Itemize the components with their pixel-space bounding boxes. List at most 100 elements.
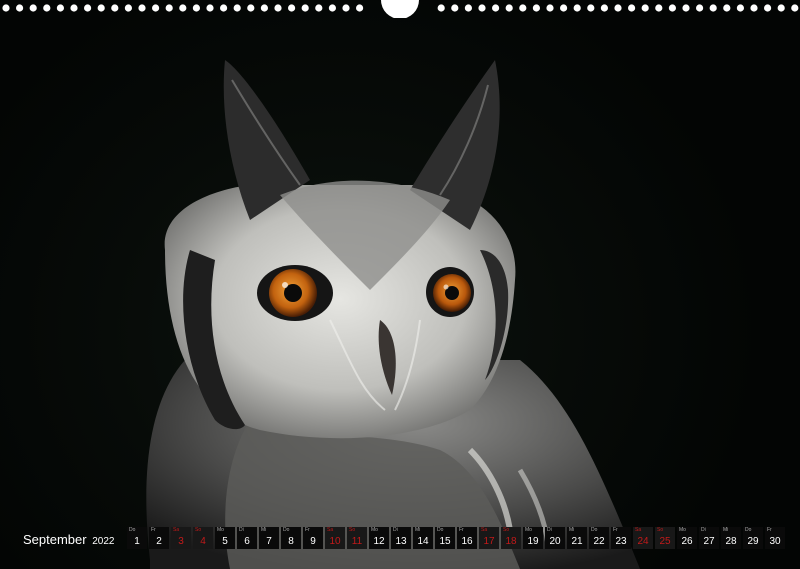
binding-hole <box>723 4 731 12</box>
day-cell: Sa 24 <box>633 527 653 549</box>
day-number: 7 <box>266 536 272 547</box>
day-number: 20 <box>549 536 561 547</box>
day-weekday: Do <box>437 527 444 533</box>
binding-hole <box>247 4 255 12</box>
binding-hole <box>220 4 228 12</box>
day-cell: Di 13 <box>391 527 411 549</box>
binding-hole <box>696 4 704 12</box>
binding-hole <box>709 4 717 12</box>
day-cell: So 4 <box>193 527 213 549</box>
binding-hole <box>505 4 513 12</box>
day-cell: Sa 10 <box>325 527 345 549</box>
day-cell: Di 27 <box>699 527 719 549</box>
binding-hole <box>192 4 200 12</box>
binding-hole <box>43 4 51 12</box>
day-weekday: Mo <box>525 527 532 533</box>
binding-hole <box>519 4 527 12</box>
binding-hole <box>2 4 10 12</box>
binding-hole <box>437 4 445 12</box>
day-number: 8 <box>288 536 294 547</box>
binding-hole <box>342 4 350 12</box>
day-number: 17 <box>483 536 495 547</box>
day-number: 15 <box>439 536 451 547</box>
binding-hole <box>668 4 677 12</box>
day-weekday: So <box>195 527 202 533</box>
binding-hole <box>233 4 241 12</box>
day-weekday: So <box>503 527 510 533</box>
day-weekday: Mi <box>569 527 575 533</box>
day-cell: Di 6 <box>237 527 257 549</box>
binding-hole <box>138 4 146 12</box>
day-weekday: Sa <box>173 527 180 533</box>
day-number: 3 <box>178 536 184 547</box>
day-number: 27 <box>703 536 715 547</box>
day-weekday: So <box>657 527 664 533</box>
day-number: 23 <box>615 536 627 547</box>
day-cell: Fr 30 <box>765 527 785 549</box>
binding-hole <box>464 4 472 12</box>
day-cell: Do 22 <box>589 527 609 549</box>
day-number: 12 <box>373 536 385 547</box>
day-cell: Do 15 <box>435 527 455 549</box>
day-number: 28 <box>725 536 737 547</box>
day-cell: Mi 21 <box>567 527 587 549</box>
month-label: September 2022 <box>23 532 114 547</box>
day-cell: Fr 16 <box>457 527 477 549</box>
day-number: 19 <box>527 536 539 547</box>
day-cell: Mi 28 <box>721 527 741 549</box>
binding-hole <box>614 4 622 12</box>
day-weekday: Mi <box>415 527 421 533</box>
day-number: 2 <box>156 536 162 547</box>
day-weekday: Fr <box>767 527 772 533</box>
binding-hole <box>777 4 785 12</box>
day-weekday: Sa <box>635 527 642 533</box>
day-weekday: Di <box>239 527 244 533</box>
day-weekday: Sa <box>327 527 334 533</box>
binding-hole <box>451 4 459 12</box>
binding-hole <box>56 4 64 12</box>
day-cell: Do 8 <box>281 527 301 549</box>
binding-hole <box>288 4 296 12</box>
day-cell: Fr 2 <box>149 527 169 549</box>
day-cell: Fr 23 <box>611 527 631 549</box>
day-number: 6 <box>244 536 250 547</box>
day-weekday: Do <box>745 527 752 533</box>
day-cell: Mi 14 <box>413 527 433 549</box>
day-cell: Do 29 <box>743 527 763 549</box>
day-cell: Mo 26 <box>677 527 697 549</box>
day-weekday: Do <box>129 527 136 533</box>
month-year: 2022 <box>92 536 115 547</box>
day-weekday: So <box>349 527 356 533</box>
day-weekday: Di <box>393 527 398 533</box>
binding-holes <box>2 0 799 18</box>
binding-hole <box>356 4 364 12</box>
binding-hole <box>29 4 37 12</box>
binding-hole <box>16 4 24 12</box>
binding-hole <box>655 4 663 12</box>
binding-hole <box>560 4 568 12</box>
day-number: 11 <box>351 536 363 547</box>
binding-hole <box>97 4 105 12</box>
calendar-strip: September 2022 Do 1 Fr 2 Sa 3 So 4 Mo 5 Di 6 Mi 7 Do 8 F… <box>0 527 800 553</box>
day-cell: So 25 <box>655 527 675 549</box>
binding-hole <box>84 4 92 12</box>
day-number: 18 <box>505 536 517 547</box>
binding-hole <box>600 4 609 12</box>
day-number: 14 <box>417 536 429 547</box>
day-number: 5 <box>222 536 228 547</box>
day-number: 29 <box>747 536 759 547</box>
day-weekday: Mi <box>723 527 729 533</box>
binding-hole <box>274 4 282 12</box>
day-cell: Di 20 <box>545 527 565 549</box>
day-cell: Sa 3 <box>171 527 191 549</box>
binding-hole <box>641 4 649 12</box>
binding-hole <box>315 4 323 12</box>
day-number: 9 <box>310 536 316 547</box>
day-cell: Fr 9 <box>303 527 323 549</box>
binding-hole <box>532 4 541 12</box>
binding-hole <box>328 4 336 12</box>
binding-hole <box>682 4 690 12</box>
day-cell: Mi 7 <box>259 527 279 549</box>
day-number: 10 <box>329 536 341 547</box>
day-number: 24 <box>637 536 649 547</box>
